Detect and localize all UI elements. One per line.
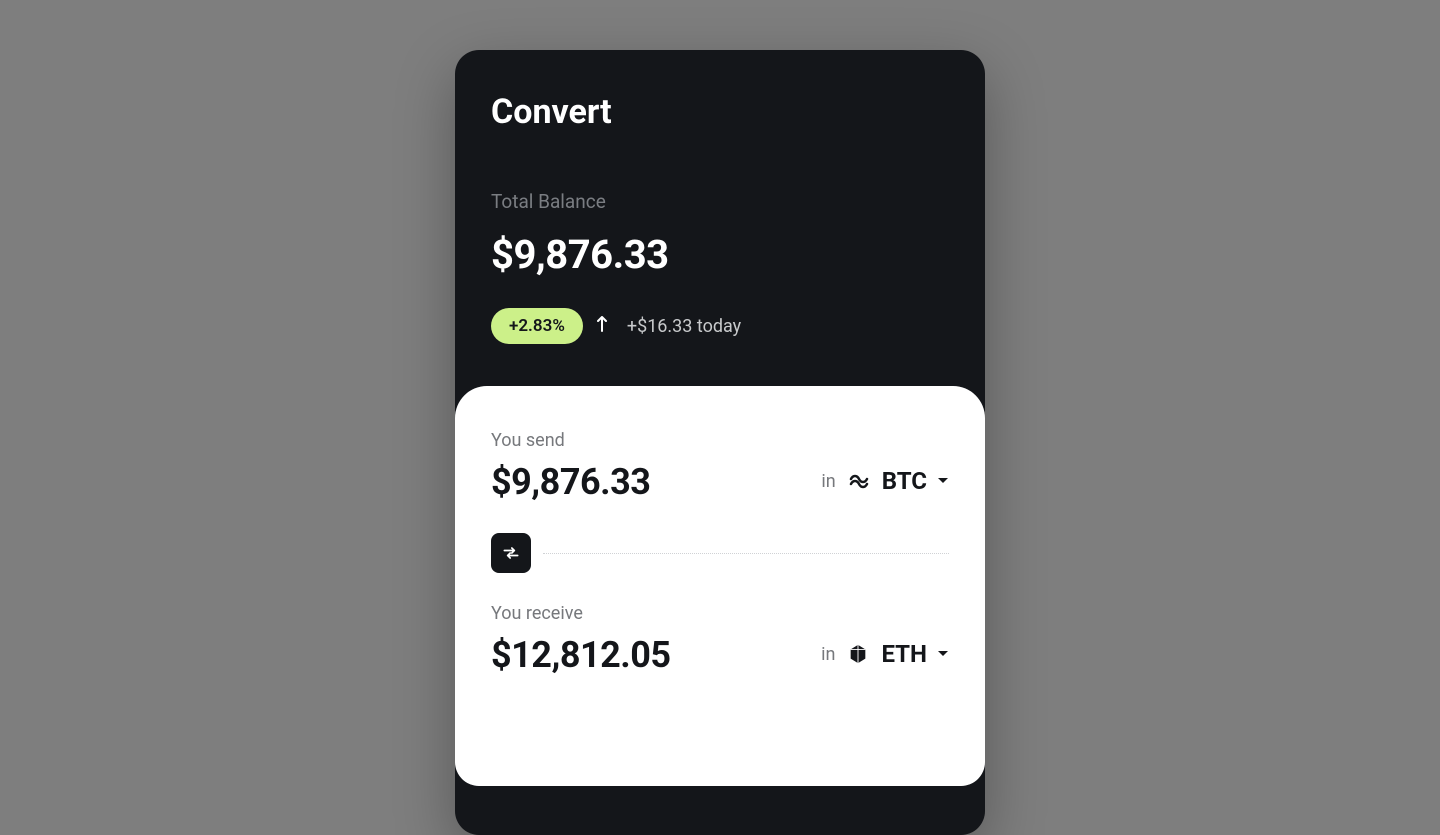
receive-currency-selector[interactable]: in ETH: [821, 640, 949, 676]
eth-icon: [845, 641, 871, 667]
receive-amount[interactable]: $12,812.05: [491, 634, 671, 676]
receive-row: You receive $12,812.05 in ETH: [491, 603, 949, 676]
balance-label: Total Balance: [491, 190, 949, 213]
receive-currency-name: ETH: [881, 640, 927, 668]
send-in-label: in: [821, 471, 835, 492]
header-section: Convert Total Balance $9,876.33 +2.83% +…: [455, 50, 985, 386]
convert-card: Convert Total Balance $9,876.33 +2.83% +…: [455, 50, 985, 835]
balance-change-row: +2.83% +$16.33 today: [491, 308, 949, 344]
arrow-up-icon: [597, 316, 607, 337]
divider-line: [543, 553, 949, 554]
caret-down-icon: [937, 474, 949, 488]
swap-divider-row: [491, 533, 949, 573]
btc-icon: [846, 468, 872, 494]
send-currency-name: BTC: [882, 467, 927, 495]
caret-down-icon: [937, 647, 949, 661]
send-currency-selector[interactable]: in BTC: [821, 467, 949, 503]
convert-form-section: You send $9,876.33 in BTC: [455, 386, 985, 786]
swap-button[interactable]: [491, 533, 531, 573]
send-row: You send $9,876.33 in BTC: [491, 430, 949, 503]
send-amount[interactable]: $9,876.33: [491, 461, 650, 503]
send-label: You send: [491, 430, 650, 451]
change-percent-badge: +2.83%: [491, 308, 583, 344]
balance-amount: $9,876.33: [491, 231, 949, 278]
page-title: Convert: [491, 92, 949, 132]
receive-field: You receive $12,812.05: [491, 603, 671, 676]
receive-in-label: in: [821, 644, 835, 665]
send-field: You send $9,876.33: [491, 430, 650, 503]
receive-label: You receive: [491, 603, 671, 624]
change-today-text: +$16.33 today: [627, 316, 741, 337]
